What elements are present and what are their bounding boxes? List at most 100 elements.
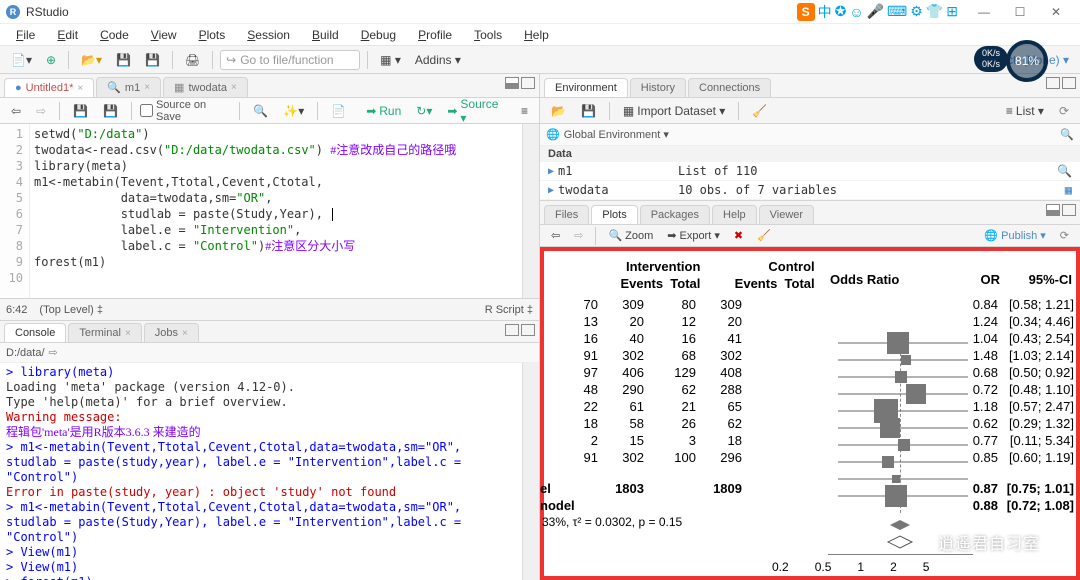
import-dataset-button[interactable]: ▦ Import Dataset ▾: [618, 102, 730, 120]
forward-button[interactable]: ⇨: [31, 102, 51, 120]
source-tab-twodata[interactable]: ▦ twodata ×: [163, 77, 248, 97]
outline-button[interactable]: ≡: [516, 102, 533, 120]
scope-indicator[interactable]: (Top Level) ‡: [39, 304, 103, 316]
refresh-env-button[interactable]: ⟳: [1054, 102, 1074, 120]
open-file-button[interactable]: 📂▾: [76, 51, 107, 69]
ime-tools-icon[interactable]: ⊞: [946, 3, 958, 20]
window-close-button[interactable]: ✕: [1038, 1, 1074, 23]
menu-file[interactable]: File: [6, 26, 45, 44]
close-icon[interactable]: ×: [77, 83, 83, 94]
tab-history[interactable]: History: [630, 78, 686, 97]
zoom-button[interactable]: 🔍 Zoom: [603, 227, 658, 244]
maximize-pane-button[interactable]: [1062, 77, 1076, 89]
language-indicator[interactable]: R Script ‡: [485, 304, 533, 316]
menu-debug[interactable]: Debug: [351, 26, 406, 44]
save-workspace-button[interactable]: 💾: [576, 102, 601, 120]
view-data-icon[interactable]: 🔍: [1057, 164, 1072, 178]
plot-next-button[interactable]: ⇨: [569, 227, 588, 244]
save-source-button[interactable]: 💾: [98, 102, 123, 120]
console-output[interactable]: > library(meta) Loading 'meta' package (…: [0, 363, 522, 580]
tab-packages[interactable]: Packages: [640, 205, 710, 224]
sogou-ime-toolbar[interactable]: S 中 ✪ ☺ 🎤 ⌨ ⚙ 👕 ⊞: [797, 2, 958, 22]
source-tab-untitled1[interactable]: ● Untitled1* ×: [4, 78, 94, 97]
save-all-button[interactable]: 💾: [140, 51, 165, 69]
source-tab-m1[interactable]: 🔍 m1 ×: [96, 77, 161, 97]
source-button[interactable]: ➡ Source ▾: [442, 95, 511, 127]
env-var-m1[interactable]: ▶m1 List of 110 🔍: [540, 162, 1080, 181]
tab-terminal[interactable]: Terminal×: [68, 323, 141, 342]
tab-jobs[interactable]: Jobs×: [144, 323, 199, 342]
tab-help[interactable]: Help: [712, 205, 757, 224]
minimize-pane-button[interactable]: [1046, 77, 1060, 89]
ime-keyboard-icon[interactable]: ⌨: [887, 3, 907, 20]
tab-console[interactable]: Console: [4, 323, 66, 342]
magic-button[interactable]: ✨▾: [278, 102, 309, 120]
ime-lang-icon[interactable]: 中: [818, 2, 832, 22]
source-on-save-checkbox[interactable]: Source on Save: [140, 99, 231, 123]
publish-button[interactable]: 🌐 Publish ▾: [979, 227, 1050, 244]
tab-files[interactable]: Files: [544, 205, 589, 224]
minimize-pane-button[interactable]: [505, 324, 519, 336]
back-button[interactable]: ⇦: [6, 102, 26, 120]
tab-viewer[interactable]: Viewer: [759, 205, 814, 224]
console-path-browse-icon[interactable]: ⇨: [49, 346, 58, 359]
close-icon[interactable]: ×: [125, 328, 131, 339]
project-menu[interactable]: ect: (None) ▾: [995, 51, 1074, 69]
find-button[interactable]: 🔍: [248, 102, 273, 120]
export-button[interactable]: ➡ Export ▾: [662, 227, 725, 244]
line-gutter[interactable]: 1 2 3 4 5 6 7 8 9 10: [0, 124, 30, 298]
compile-button[interactable]: 📄: [326, 102, 351, 120]
menu-edit[interactable]: Edit: [47, 26, 88, 44]
menu-tools[interactable]: Tools: [464, 26, 512, 44]
ime-punct-icon[interactable]: ✪: [835, 3, 847, 20]
load-workspace-button[interactable]: 📂: [546, 102, 571, 120]
tab-connections[interactable]: Connections: [688, 78, 771, 97]
env-view-mode[interactable]: ≡ List ▾: [1001, 102, 1049, 120]
close-icon[interactable]: ×: [182, 328, 188, 339]
goto-function-input[interactable]: ↪ Go to file/function: [220, 50, 360, 70]
ime-emoji-icon[interactable]: ☺: [849, 4, 863, 20]
refresh-plot-button[interactable]: ⟳: [1055, 227, 1074, 244]
env-var-twodata[interactable]: ▶twodata 10 obs. of 7 variables ▦: [540, 181, 1080, 200]
new-file-button[interactable]: 📄▾: [6, 51, 37, 69]
remove-plot-button[interactable]: ✖: [729, 227, 748, 244]
menu-help[interactable]: Help: [514, 26, 559, 44]
minimize-pane-button[interactable]: [1046, 204, 1060, 216]
close-icon[interactable]: ×: [231, 82, 237, 93]
addins-button[interactable]: Addins ▾: [410, 51, 466, 69]
menu-build[interactable]: Build: [302, 26, 349, 44]
view-data-icon[interactable]: ▦: [1065, 183, 1072, 197]
clear-env-button[interactable]: 🧹: [747, 102, 772, 120]
menu-profile[interactable]: Profile: [408, 26, 462, 44]
sogou-logo-icon[interactable]: S: [797, 3, 815, 21]
maximize-pane-button[interactable]: [521, 77, 535, 89]
tab-environment[interactable]: Environment: [544, 78, 628, 97]
window-minimize-button[interactable]: —: [966, 1, 1002, 23]
environment-scope[interactable]: 🌐 Global Environment ▾ 🔍: [540, 124, 1080, 146]
rerun-button[interactable]: ↻▾: [411, 102, 437, 120]
menu-session[interactable]: Session: [237, 26, 300, 44]
menu-plots[interactable]: Plots: [189, 26, 236, 44]
expand-icon[interactable]: ▶: [548, 185, 554, 196]
print-button[interactable]: 🖨: [180, 51, 205, 69]
run-button[interactable]: ➡ Run: [361, 102, 406, 120]
menu-view[interactable]: View: [141, 26, 187, 44]
new-project-button[interactable]: ⊕: [41, 51, 61, 69]
clear-plots-button[interactable]: 🧹: [752, 227, 776, 244]
grid-view-button[interactable]: ▦ ▾: [375, 51, 406, 69]
console-scrollbar[interactable]: [522, 363, 539, 580]
plot-prev-button[interactable]: ⇦: [546, 227, 565, 244]
maximize-pane-button[interactable]: [521, 324, 535, 336]
ime-settings-icon[interactable]: ⚙: [910, 3, 923, 20]
search-env-icon[interactable]: 🔍: [1060, 128, 1074, 141]
ime-skin-icon[interactable]: 👕: [926, 3, 943, 20]
close-icon[interactable]: ×: [144, 82, 150, 93]
expand-icon[interactable]: ▶: [548, 166, 554, 177]
show-in-new-window-button[interactable]: 💾: [68, 102, 93, 120]
minimize-pane-button[interactable]: [505, 77, 519, 89]
window-maximize-button[interactable]: ☐: [1002, 1, 1038, 23]
code-editor[interactable]: setwd("D:/data") twodata<-read.csv("D:/d…: [30, 124, 522, 298]
tab-plots[interactable]: Plots: [591, 205, 637, 224]
maximize-pane-button[interactable]: [1062, 204, 1076, 216]
editor-scrollbar[interactable]: [522, 124, 539, 298]
